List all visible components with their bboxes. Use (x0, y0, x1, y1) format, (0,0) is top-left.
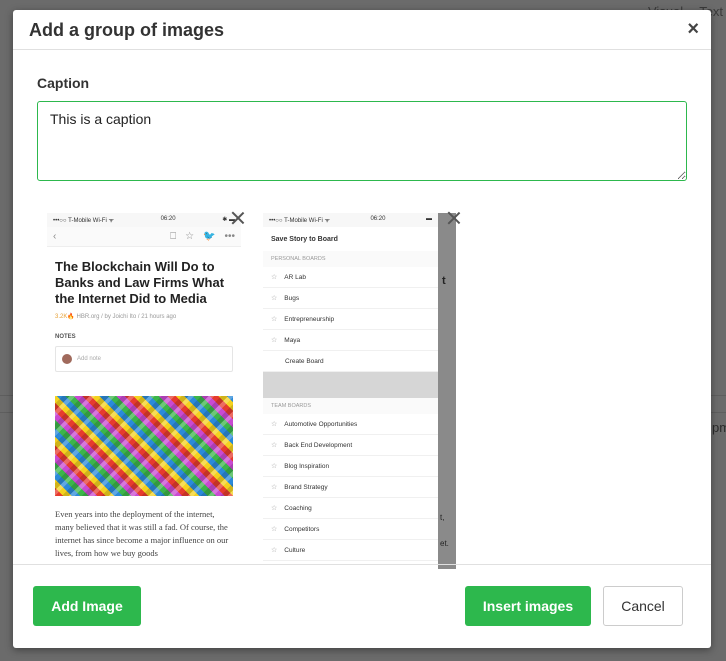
remove-image-icon[interactable] (445, 209, 463, 227)
remove-image-icon[interactable] (229, 209, 247, 227)
board-item: ☆ Culture (263, 540, 438, 561)
star-icon: ☆ (271, 526, 278, 533)
article-artwork (55, 396, 233, 496)
note-placeholder: Add note (77, 356, 102, 362)
image-thumbnail[interactable]: •••○○ T-Mobile Wi-Fi ᯤ 06:20 ▬ Save Stor… (263, 213, 456, 569)
board-item: ☆ Coaching (263, 498, 438, 519)
strip-text: t, (440, 513, 445, 522)
section-label: TEAM BOARDS (263, 398, 438, 414)
insert-images-button[interactable]: Insert images (465, 586, 591, 626)
close-icon[interactable]: × (687, 19, 699, 39)
article-source: HBR.org / by Joichi Ito / 21 hours ago (76, 314, 177, 320)
back-icon: ‹ (53, 231, 57, 242)
divider (263, 372, 438, 398)
notes-label: NOTES (55, 334, 76, 340)
board-item: ☆ Back End Development (263, 435, 438, 456)
board-item: ☆ Brand Strategy (263, 477, 438, 498)
board-item: ☆ Bugs (263, 288, 438, 309)
star-icon: ☆ (271, 421, 278, 428)
add-image-button[interactable]: Add Image (33, 586, 141, 626)
status-time: 06:20 (370, 216, 386, 222)
bookmark-icon: ⎕ (170, 231, 177, 242)
popularity-badge: 3.2K🔥 (55, 314, 75, 320)
board-item: ☆ Automotive Opportunities (263, 414, 438, 435)
article-headline: The Blockchain Will Do to Banks and Law … (55, 259, 225, 306)
avatar (62, 354, 72, 364)
article-nav: ‹ ⎕ ☆ 🐦 ••• (47, 227, 241, 247)
board-item: ☆ Maya (263, 330, 438, 351)
star-icon: ☆ (271, 295, 278, 302)
star-icon: ☆ (271, 505, 278, 512)
star-icon: ☆ (271, 442, 278, 449)
star-icon: ☆ (271, 547, 278, 554)
article-body: Even years into the deployment of the in… (55, 509, 229, 558)
article-meta: 3.2K🔥 HBR.org / by Joichi Ito / 21 hours… (47, 313, 241, 320)
board-item: ☆ AR Lab (263, 267, 438, 288)
strip-text: t (442, 275, 446, 287)
carrier-text: •••○○ T-Mobile Wi-Fi ᯤ (269, 218, 330, 224)
board-item: ☆ Blog Inspiration (263, 456, 438, 477)
board-item: ☆ Entrepreneurship (263, 309, 438, 330)
star-icon: ☆ (271, 337, 278, 344)
star-icon: ☆ (185, 231, 195, 242)
board-item: ☆ Competitors (263, 519, 438, 540)
status-time: 06:20 (160, 216, 176, 222)
save-board-panel: •••○○ T-Mobile Wi-Fi ᯤ 06:20 ▬ Save Stor… (263, 213, 438, 569)
battery-icon: ▬ (426, 216, 432, 222)
strip-text: et. (440, 539, 449, 548)
panel-title: Save Story to Board (271, 235, 338, 243)
more-icon: ••• (224, 231, 235, 242)
caption-input[interactable] (37, 101, 687, 181)
cancel-button[interactable]: Cancel (603, 586, 683, 626)
phone-status-bar: •••○○ T-Mobile Wi-Fi ᯤ 06:20 ▬ (263, 213, 438, 227)
modal-title: Add a group of images (29, 20, 225, 40)
note-field: Add note (55, 346, 233, 372)
star-icon: ☆ (271, 316, 278, 323)
star-icon: ☆ (271, 463, 278, 470)
dimmed-article-strip: t t, et. (438, 213, 456, 569)
modal-footer: Add Image Insert images Cancel (13, 564, 711, 648)
image-group-modal: Add a group of images × Caption •••○○ T-… (13, 10, 711, 648)
create-board-item: Create Board (263, 351, 438, 372)
star-icon: ☆ (271, 484, 278, 491)
caption-label: Caption (37, 75, 90, 91)
modal-header: Add a group of images × (13, 10, 711, 50)
star-icon: ☆ (271, 274, 278, 281)
editor-side-text: pm (712, 420, 726, 435)
section-label: PERSONAL BOARDS (263, 251, 438, 267)
image-thumbnail[interactable]: •••○○ T-Mobile Wi-Fi ᯤ 06:20 ✱ ▬ ‹ ⎕ ☆ 🐦 ••… (47, 213, 241, 569)
phone-status-bar: •••○○ T-Mobile Wi-Fi ᯤ 06:20 ✱ ▬ (47, 213, 241, 227)
twitter-icon: 🐦 (203, 231, 216, 242)
carrier-text: •••○○ T-Mobile Wi-Fi ᯤ (53, 218, 114, 224)
